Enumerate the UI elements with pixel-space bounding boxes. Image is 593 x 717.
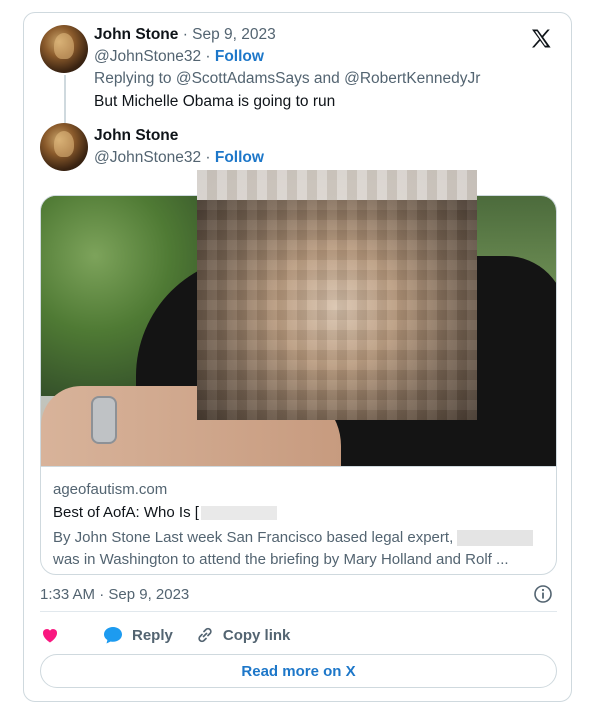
copy-link-label[interactable]: Copy link <box>223 627 291 644</box>
link-chain-icon <box>198 627 212 643</box>
link-domain: ageofautism.com <box>53 481 168 498</box>
author-handle[interactable]: @JohnStone32 <box>94 48 201 65</box>
author-name[interactable]: John Stone · Sep 9, 2023 <box>94 26 276 44</box>
author-name[interactable]: John Stone <box>94 127 178 145</box>
link-title: Best of AofA: Who Is [ <box>53 504 277 521</box>
like-button[interactable] <box>40 625 68 645</box>
divider <box>40 611 557 612</box>
link-description-line1: By John Stone Last week San Francisco ba… <box>53 529 454 546</box>
reply-label[interactable]: Reply <box>132 627 173 644</box>
tweet-embed-card: John Stone · Sep 9, 2023 @JohnStone32 · … <box>23 12 572 702</box>
pixelated-face-blur <box>197 170 477 420</box>
redacted-block <box>457 530 534 547</box>
info-icon[interactable] <box>533 584 553 604</box>
link-description: By John Stone Last week San Francisco ba… <box>53 527 534 571</box>
avatar[interactable] <box>40 123 88 171</box>
link-preview-text-area[interactable]: ageofautism.com Best of AofA: Who Is [ B… <box>41 466 556 574</box>
tweet-timestamp[interactable]: 1:33 AM · Sep 9, 2023 <box>40 586 189 603</box>
handle-separator: · <box>201 48 215 65</box>
wristwatch-shape <box>91 396 117 444</box>
copy-link-button[interactable]: Copy link <box>195 625 291 645</box>
follow-button[interactable]: Follow <box>215 48 264 65</box>
link-title-text: Best of AofA: Who Is [ <box>53 504 199 521</box>
author-handle[interactable]: @JohnStone32 <box>94 149 201 166</box>
date-separator: · <box>178 26 193 43</box>
redacted-block <box>200 506 277 521</box>
handle-row: @JohnStone32 · Follow <box>94 48 264 66</box>
tweet-text: But Michelle Obama is going to run <box>94 93 336 110</box>
replying-to-line[interactable]: Replying to @ScottAdamsSays and @RobertK… <box>94 70 480 88</box>
tweet-date[interactable]: Sep 9, 2023 <box>192 26 276 43</box>
follow-button[interactable]: Follow <box>215 149 264 166</box>
handle-separator: · <box>201 149 215 166</box>
heart-icon <box>42 629 58 643</box>
link-description-line2: was in Washington to attend the briefing… <box>53 551 509 568</box>
reply-button[interactable]: Reply <box>102 625 173 645</box>
avatar[interactable] <box>40 25 88 73</box>
read-more-button[interactable]: Read more on X <box>40 654 557 688</box>
handle-row: @JohnStone32 · Follow <box>94 149 264 167</box>
reply-bubble-icon <box>104 627 122 644</box>
x-logo-icon[interactable] <box>529 27 553 51</box>
action-bar: Reply Copy link <box>40 624 312 646</box>
thread-connector-line <box>64 75 66 123</box>
author-name-text[interactable]: John Stone <box>94 26 178 43</box>
